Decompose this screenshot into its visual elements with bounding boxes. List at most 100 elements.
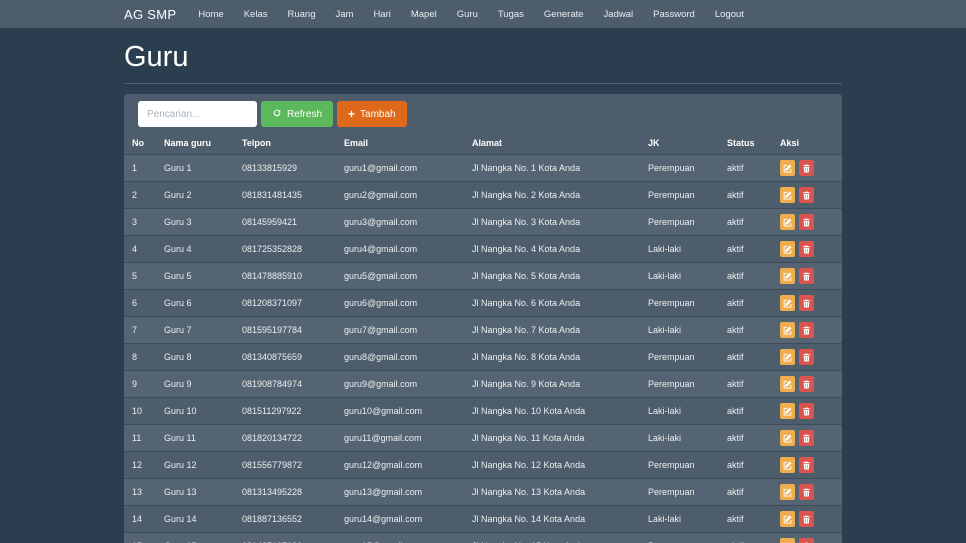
nav-item-password[interactable]: Password — [643, 0, 705, 28]
cell-email: guru15@gmail.com — [336, 532, 464, 543]
cell-status: aktif — [719, 397, 772, 425]
delete-button[interactable] — [799, 538, 814, 543]
nav-item-tugas[interactable]: Tugas — [488, 0, 534, 28]
trash-icon — [802, 215, 811, 230]
cell-telpon: 08133815929 — [234, 154, 336, 182]
pencil-square-icon — [783, 485, 792, 500]
delete-button[interactable] — [799, 322, 814, 338]
delete-button[interactable] — [799, 403, 814, 419]
table-row: 7 Guru 7 081595197784 guru7@gmail.com Jl… — [124, 316, 842, 344]
edit-button[interactable] — [780, 511, 795, 527]
cell-nama-guru: Guru 15 — [156, 532, 234, 543]
cell-email: guru11@gmail.com — [336, 424, 464, 452]
nav-item-mapel[interactable]: Mapel — [401, 0, 447, 28]
edit-button[interactable] — [780, 241, 795, 257]
edit-button[interactable] — [780, 349, 795, 365]
nav-item-label: Guru — [456, 8, 478, 20]
edit-button[interactable] — [780, 160, 795, 176]
edit-button[interactable] — [780, 457, 795, 473]
search-input[interactable] — [138, 101, 257, 127]
edit-button[interactable] — [780, 403, 795, 419]
delete-button[interactable] — [799, 511, 814, 527]
cell-alamat: Jl Nangka No. 9 Kota Anda — [464, 370, 640, 398]
table-row: 9 Guru 9 081908784974 guru9@gmail.com Jl… — [124, 370, 842, 398]
table-row: 8 Guru 8 081340875659 guru8@gmail.com Jl… — [124, 343, 842, 371]
nav-item-logout[interactable]: Logout — [705, 0, 754, 28]
cell-nama-guru: Guru 3 — [156, 208, 234, 236]
toolbar: Refresh + Tambah — [124, 94, 842, 127]
cell-no: 8 — [124, 343, 156, 371]
delete-button[interactable] — [799, 457, 814, 473]
column-header-email: Email — [344, 138, 369, 148]
cell-alamat: Jl Nangka No. 2 Kota Anda — [464, 181, 640, 209]
delete-button[interactable] — [799, 214, 814, 230]
cell-alamat: Jl Nangka No. 6 Kota Anda — [464, 289, 640, 317]
cell-alamat: Jl Nangka No. 10 Kota Anda — [464, 397, 640, 425]
table-body: 1 Guru 1 08133815929 guru1@gmail.com Jl … — [124, 154, 842, 543]
delete-button[interactable] — [799, 187, 814, 203]
pencil-square-icon — [783, 269, 792, 284]
brand-logo[interactable]: AG SMP — [124, 7, 176, 22]
delete-button[interactable] — [799, 376, 814, 392]
table-row: 5 Guru 5 081478885910 guru5@gmail.com Jl… — [124, 262, 842, 290]
table-row: 10 Guru 10 081511297922 guru10@gmail.com… — [124, 397, 842, 425]
nav-item-hari[interactable]: Hari — [363, 0, 400, 28]
edit-button[interactable] — [780, 430, 795, 446]
cell-telpon: 081478885910 — [234, 262, 336, 290]
cell-telpon: 081595197784 — [234, 316, 336, 344]
table-row: 12 Guru 12 081556779872 guru12@gmail.com… — [124, 451, 842, 479]
pencil-square-icon — [783, 161, 792, 176]
cell-jk: Laki-laki — [640, 235, 719, 263]
cell-alamat: Jl Nangka No. 3 Kota Anda — [464, 208, 640, 236]
nav-item-jadwal[interactable]: Jadwal — [594, 0, 644, 28]
delete-button[interactable] — [799, 349, 814, 365]
table-row: 1 Guru 1 08133815929 guru1@gmail.com Jl … — [124, 154, 842, 182]
cell-jk: Perempuan — [640, 370, 719, 398]
column-header-jk: JK — [648, 138, 660, 148]
table-row: 3 Guru 3 08145959421 guru3@gmail.com Jl … — [124, 208, 842, 236]
edit-button[interactable] — [780, 322, 795, 338]
nav-item-home[interactable]: Home — [188, 0, 233, 28]
edit-button[interactable] — [780, 268, 795, 284]
edit-button[interactable] — [780, 538, 795, 543]
cell-telpon: 081820134722 — [234, 424, 336, 452]
edit-button[interactable] — [780, 214, 795, 230]
cell-jk: Perempuan — [640, 181, 719, 209]
cell-telpon: 08145959421 — [234, 208, 336, 236]
delete-button[interactable] — [799, 295, 814, 311]
cell-alamat: Jl Nangka No. 11 Kota Anda — [464, 424, 640, 452]
delete-button[interactable] — [799, 484, 814, 500]
nav-item-ruang[interactable]: Ruang — [277, 0, 325, 28]
refresh-button[interactable]: Refresh — [261, 101, 334, 127]
cell-alamat: Jl Nangka No. 12 Kota Anda — [464, 451, 640, 479]
delete-button[interactable] — [799, 430, 814, 446]
edit-button[interactable] — [780, 187, 795, 203]
trash-icon — [802, 512, 811, 527]
cell-jk: Perempuan — [640, 478, 719, 506]
cell-nama-guru: Guru 7 — [156, 316, 234, 344]
cell-alamat: Jl Nangka No. 13 Kota Anda — [464, 478, 640, 506]
nav-item-kelas[interactable]: Kelas — [234, 0, 278, 28]
edit-button[interactable] — [780, 295, 795, 311]
cell-email: guru3@gmail.com — [336, 208, 464, 236]
nav-item-jam[interactable]: Jam — [325, 0, 363, 28]
cell-email: guru4@gmail.com — [336, 235, 464, 263]
delete-button[interactable] — [799, 268, 814, 284]
row-actions — [780, 484, 834, 500]
delete-button[interactable] — [799, 160, 814, 176]
cell-status: aktif — [719, 424, 772, 452]
table-row: 2 Guru 2 081831481435 guru2@gmail.com Jl… — [124, 181, 842, 209]
trash-icon — [802, 404, 811, 419]
row-actions — [780, 214, 834, 230]
cell-status: aktif — [719, 262, 772, 290]
nav-item-guru[interactable]: Guru — [447, 0, 488, 28]
cell-nama-guru: Guru 5 — [156, 262, 234, 290]
edit-button[interactable] — [780, 376, 795, 392]
cell-no: 4 — [124, 235, 156, 263]
tambah-button[interactable]: + Tambah — [337, 101, 407, 127]
edit-button[interactable] — [780, 484, 795, 500]
cell-no: 2 — [124, 181, 156, 209]
delete-button[interactable] — [799, 241, 814, 257]
nav-item-generate[interactable]: Generate — [534, 0, 594, 28]
cell-status: aktif — [719, 316, 772, 344]
